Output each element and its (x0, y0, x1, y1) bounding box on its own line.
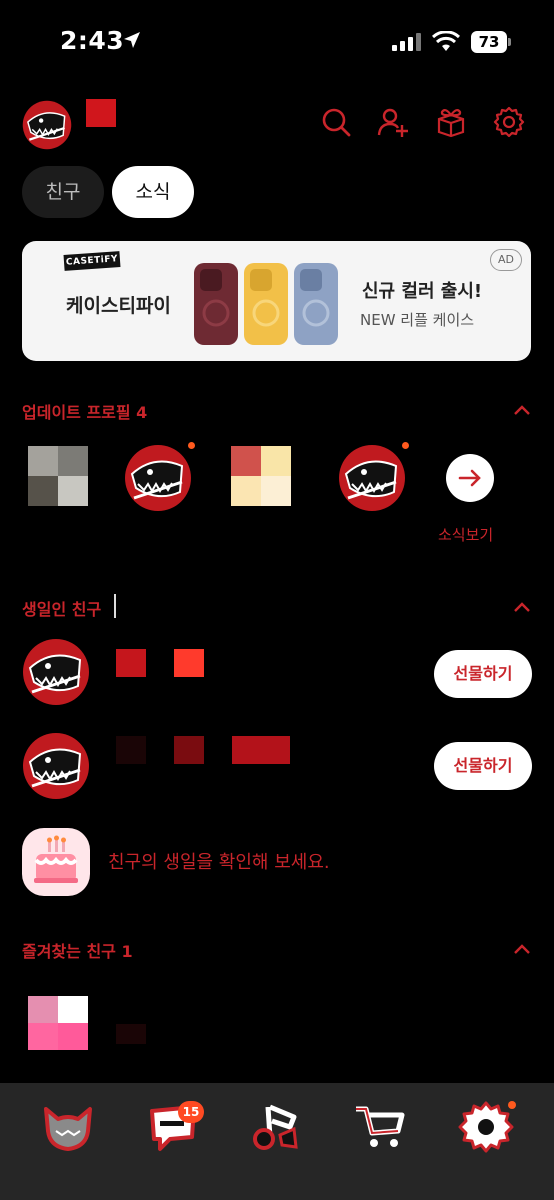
brand-logo: CASETiFY (63, 251, 121, 271)
more-settings-icon[interactable] (458, 1101, 514, 1153)
add-friend-icon[interactable] (377, 106, 409, 138)
ad-banner[interactable]: CASETiFY 케이스티파이 신규 컬러 출시! NEW 리플 케이스 AD (22, 241, 531, 361)
settings-notification-dot (508, 1101, 516, 1109)
see-news-label[interactable]: 소식보기 (438, 524, 493, 545)
my-profile-name-censored (86, 99, 116, 127)
updated-profile-item[interactable] (28, 446, 88, 506)
section-title-favorites: 즐겨찾는 친구 1 (22, 942, 133, 961)
battery-indicator: 73 (471, 31, 511, 53)
my-profile-avatar[interactable] (22, 100, 72, 150)
chevron-up-icon[interactable] (512, 403, 532, 417)
shark-mascot-icon (22, 100, 72, 150)
shark-mascot-icon (125, 445, 191, 511)
shark-mascot-icon (23, 733, 89, 799)
ad-brand-name: 케이스티파이 (66, 295, 171, 317)
ad-subtext: NEW 리플 케이스 (360, 311, 475, 329)
shopping-cart-icon[interactable] (352, 1101, 408, 1153)
gift-icon[interactable] (435, 106, 467, 138)
birthday-cake-icon[interactable] (22, 828, 90, 896)
favorite-friend-avatar[interactable] (28, 996, 88, 1050)
ad-badge: AD (490, 249, 522, 271)
text-cursor (114, 594, 116, 618)
birthday-friend-avatar[interactable] (22, 732, 90, 800)
friend-name-censored (232, 736, 290, 764)
music-icon[interactable] (250, 1101, 306, 1153)
tab-friends[interactable]: 친구 (22, 166, 104, 218)
arrow-right-icon (458, 469, 481, 487)
updated-profile-item[interactable] (338, 444, 406, 512)
updated-profile-item[interactable] (124, 444, 192, 512)
friend-name-censored (116, 649, 146, 677)
search-icon[interactable] (320, 106, 352, 138)
see-news-button[interactable] (446, 454, 494, 502)
cake-icon (34, 835, 78, 883)
location-arrow-icon (124, 32, 140, 48)
phone-cases-image (194, 263, 338, 345)
chevron-up-icon[interactable] (512, 942, 532, 956)
friends-icon[interactable] (40, 1101, 96, 1153)
new-update-dot (402, 442, 409, 449)
battery-nub (508, 38, 511, 46)
friend-name-censored (116, 1024, 146, 1044)
updated-profile-item[interactable] (231, 446, 291, 506)
friend-name-censored (174, 736, 204, 764)
friend-name-censored (174, 649, 204, 677)
birthday-friend-avatar[interactable] (22, 638, 90, 706)
bottom-tab-bar: 15 (0, 1083, 554, 1200)
ad-headline: 신규 컬러 출시! (362, 281, 483, 302)
new-update-dot (188, 442, 195, 449)
status-bar: 2:43 73 (0, 0, 554, 84)
friend-name-censored (116, 736, 146, 764)
chevron-up-icon[interactable] (512, 600, 532, 614)
send-gift-button[interactable]: 선물하기 (434, 650, 532, 698)
status-time: 2:43 (60, 26, 125, 55)
cellular-signal-icon (392, 33, 421, 51)
pixelated-avatar (231, 446, 291, 506)
shark-mascot-icon (339, 445, 405, 511)
wifi-icon (432, 31, 460, 51)
battery-level: 73 (471, 31, 507, 53)
shark-mascot-icon (23, 639, 89, 705)
send-gift-button[interactable]: 선물하기 (434, 742, 532, 790)
pixelated-avatar (28, 996, 88, 1050)
pixelated-avatar (28, 446, 88, 506)
chat-unread-badge: 15 (178, 1101, 204, 1123)
section-title-birthday-friends: 생일인 친구 (22, 600, 102, 619)
settings-icon[interactable] (493, 106, 525, 138)
section-title-updated-profiles: 업데이트 프로필 4 (22, 403, 148, 422)
check-birthdays-message[interactable]: 친구의 생일을 확인해 보세요. (108, 848, 330, 874)
tab-news[interactable]: 소식 (112, 166, 194, 218)
